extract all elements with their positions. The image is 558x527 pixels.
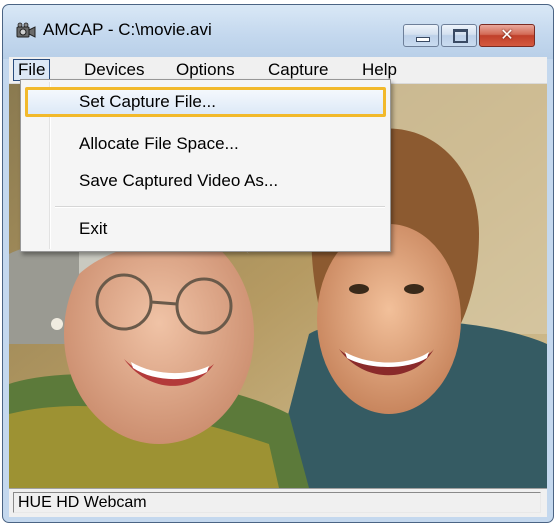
menu-separator (55, 206, 385, 208)
menu-capture[interactable]: Capture (264, 59, 332, 81)
menu-item-set-capture-file[interactable]: Set Capture File... (25, 87, 386, 117)
status-device-name: HUE HD Webcam (13, 492, 541, 513)
maximize-icon (453, 29, 468, 43)
file-menu-dropdown: Set Capture File... Allocate File Space.… (20, 79, 391, 252)
menu-item-save-captured-video[interactable]: Save Captured Video As... (25, 166, 386, 196)
menu-file[interactable]: File (13, 59, 51, 81)
menu-options[interactable]: Options (172, 59, 239, 81)
close-button[interactable]: ✕ (479, 24, 535, 47)
menu-item-exit[interactable]: Exit (25, 214, 386, 244)
menu-help[interactable]: Help (358, 59, 401, 81)
menu-devices[interactable]: Devices (80, 59, 148, 81)
menu-item-allocate-file-space[interactable]: Allocate File Space... (25, 129, 386, 159)
minimize-icon (416, 37, 430, 42)
close-icon: ✕ (500, 27, 514, 44)
window-title: AMCAP - C:\movie.avi (43, 20, 212, 39)
minimize-button[interactable] (403, 24, 439, 47)
maximize-button[interactable] (441, 24, 477, 47)
title-bar[interactable]: AMCAP - C:\movie.avi ✕ (3, 5, 553, 57)
status-bar: HUE HD Webcam (9, 488, 547, 517)
app-camera-icon (16, 22, 36, 38)
